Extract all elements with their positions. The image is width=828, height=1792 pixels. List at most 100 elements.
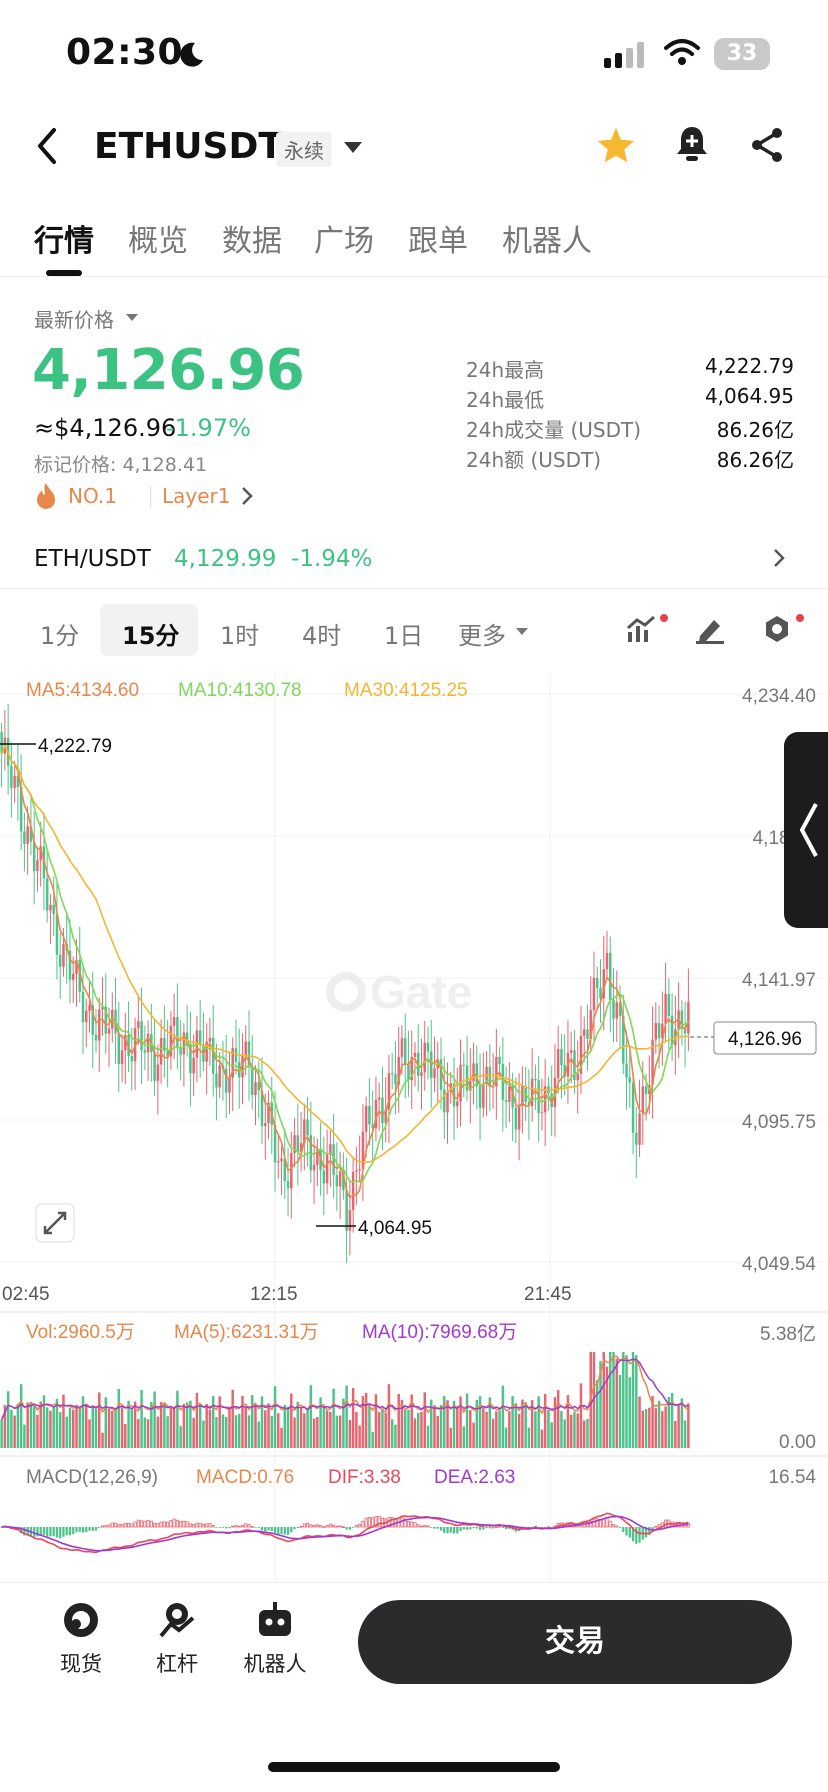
macd-histogram-bar bbox=[146, 1520, 150, 1528]
macd-histogram-bar bbox=[215, 1527, 218, 1528]
volume-bar bbox=[563, 1419, 566, 1448]
side-panel-handle[interactable] bbox=[784, 732, 828, 928]
macd-histogram-bar bbox=[283, 1527, 286, 1535]
candle-body bbox=[13, 775, 16, 788]
macd-histogram-bar bbox=[462, 1527, 465, 1530]
alert-bell-icon[interactable] bbox=[674, 124, 710, 164]
candle-body bbox=[335, 1175, 339, 1187]
volume-bar bbox=[338, 1415, 342, 1448]
volume-bar bbox=[654, 1408, 658, 1448]
volume-bar bbox=[247, 1415, 251, 1448]
volume-bar bbox=[332, 1388, 335, 1448]
volume-bar bbox=[65, 1416, 68, 1448]
nav-spot[interactable]: 现货 bbox=[36, 1600, 126, 1678]
interval-more[interactable]: 更多 bbox=[458, 616, 506, 651]
x-tick: 12:15 bbox=[250, 1284, 298, 1305]
share-icon[interactable] bbox=[750, 126, 786, 164]
interval-4h[interactable]: 4时 bbox=[302, 616, 341, 651]
tab-market[interactable]: 行情 bbox=[34, 216, 94, 260]
macd-histogram-bar bbox=[225, 1527, 228, 1529]
macd-histogram-bar bbox=[88, 1527, 91, 1531]
candle-body bbox=[49, 904, 52, 911]
rank-badge[interactable]: NO.1 bbox=[68, 484, 117, 508]
volume-bar bbox=[345, 1385, 348, 1448]
favorite-star-icon[interactable] bbox=[596, 126, 636, 164]
interval-1h[interactable]: 1时 bbox=[220, 616, 259, 651]
volume-bar bbox=[638, 1396, 641, 1448]
stat-value-24h-volume: 86.26亿 bbox=[716, 418, 794, 442]
macd-histogram-bar bbox=[244, 1523, 248, 1528]
sector-tag[interactable]: Layer1 bbox=[162, 484, 231, 508]
candle-body bbox=[426, 1042, 430, 1052]
candle-body bbox=[423, 1042, 426, 1073]
symbol-dropdown-icon[interactable] bbox=[344, 142, 362, 153]
candle-body bbox=[264, 1123, 267, 1127]
volume-bar bbox=[517, 1413, 521, 1448]
chevron-down-icon[interactable] bbox=[516, 628, 528, 635]
chevron-down-icon[interactable] bbox=[126, 314, 138, 321]
indicator-icon[interactable] bbox=[626, 614, 658, 644]
nav-margin-label: 杠杆 bbox=[156, 1652, 198, 1676]
macd-histogram-bar bbox=[290, 1527, 293, 1533]
macd-histogram-bar bbox=[358, 1523, 362, 1528]
volume-bar bbox=[215, 1417, 218, 1448]
interval-15m[interactable]: 15分 bbox=[122, 616, 179, 651]
candle-body bbox=[403, 1038, 407, 1065]
settings-gear-icon[interactable] bbox=[762, 614, 792, 644]
candle-body bbox=[306, 1119, 309, 1136]
candle-body bbox=[58, 954, 62, 967]
interval-1m[interactable]: 1分 bbox=[40, 616, 79, 651]
nav-margin[interactable]: 杠杆 bbox=[132, 1600, 222, 1678]
volume-bar bbox=[111, 1410, 114, 1448]
kline-chart[interactable]: Gate 4,234.40 4,188.1 4,141.97 4,095.75 … bbox=[0, 672, 828, 1582]
notification-dot bbox=[796, 614, 804, 622]
status-time: 02:30 bbox=[66, 32, 184, 73]
chevron-right-icon[interactable] bbox=[240, 484, 254, 508]
trade-button[interactable]: 交易 bbox=[358, 1600, 792, 1684]
candle-body bbox=[153, 1051, 156, 1081]
tab-bots[interactable]: 机器人 bbox=[502, 216, 592, 260]
macd-histogram-bar bbox=[42, 1527, 46, 1536]
notification-dot bbox=[660, 614, 668, 622]
candle-body bbox=[244, 1041, 247, 1056]
spot-pair-label[interactable]: ETH/USDT bbox=[34, 546, 151, 572]
price-type-selector[interactable]: 最新价格 bbox=[34, 304, 114, 333]
interval-1d[interactable]: 1日 bbox=[384, 616, 423, 651]
macd-histogram-bar bbox=[277, 1527, 280, 1534]
macd-histogram-bar bbox=[62, 1527, 65, 1537]
volume-bar bbox=[159, 1402, 163, 1448]
ma10-line bbox=[0, 743, 689, 1183]
volume-bar bbox=[677, 1404, 680, 1448]
volume-bar bbox=[397, 1393, 400, 1448]
chevron-right-icon[interactable] bbox=[772, 546, 786, 570]
candle-body bbox=[36, 860, 39, 871]
drawing-pen-icon[interactable] bbox=[694, 614, 726, 644]
symbol-title[interactable]: ETHUSDT bbox=[94, 126, 283, 167]
x-tick: 21:45 bbox=[524, 1284, 572, 1305]
volume-bars bbox=[0, 1352, 690, 1448]
volume-bar bbox=[88, 1419, 91, 1448]
macd-histogram-bar bbox=[162, 1521, 166, 1528]
volume-bar bbox=[469, 1410, 472, 1448]
volume-bar bbox=[195, 1392, 199, 1448]
macd-histogram-bar bbox=[273, 1527, 277, 1534]
volume-bar bbox=[420, 1411, 423, 1448]
macd-histogram-bar bbox=[472, 1527, 475, 1529]
back-arrow-icon[interactable] bbox=[34, 126, 60, 166]
volume-bar bbox=[156, 1416, 160, 1448]
volume-bar bbox=[39, 1401, 42, 1448]
nav-bots[interactable]: 机器人 bbox=[230, 1600, 320, 1678]
macd-histogram-bar bbox=[605, 1517, 609, 1528]
chevron-left-icon bbox=[799, 803, 818, 857]
macd-histogram-bar bbox=[602, 1518, 606, 1528]
macd-histogram-bar bbox=[221, 1527, 225, 1528]
volume-bar bbox=[91, 1405, 94, 1448]
tab-overview[interactable]: 概览 bbox=[128, 216, 188, 260]
macd-histogram-bar bbox=[169, 1520, 173, 1528]
tab-square[interactable]: 广场 bbox=[314, 216, 374, 260]
macd-value-label: MACD:0.76 bbox=[196, 1467, 294, 1488]
macd-histogram-bar bbox=[98, 1527, 101, 1529]
tab-copy-trading[interactable]: 跟单 bbox=[408, 216, 468, 260]
tab-data[interactable]: 数据 bbox=[222, 216, 282, 260]
volume-bar bbox=[674, 1420, 677, 1448]
